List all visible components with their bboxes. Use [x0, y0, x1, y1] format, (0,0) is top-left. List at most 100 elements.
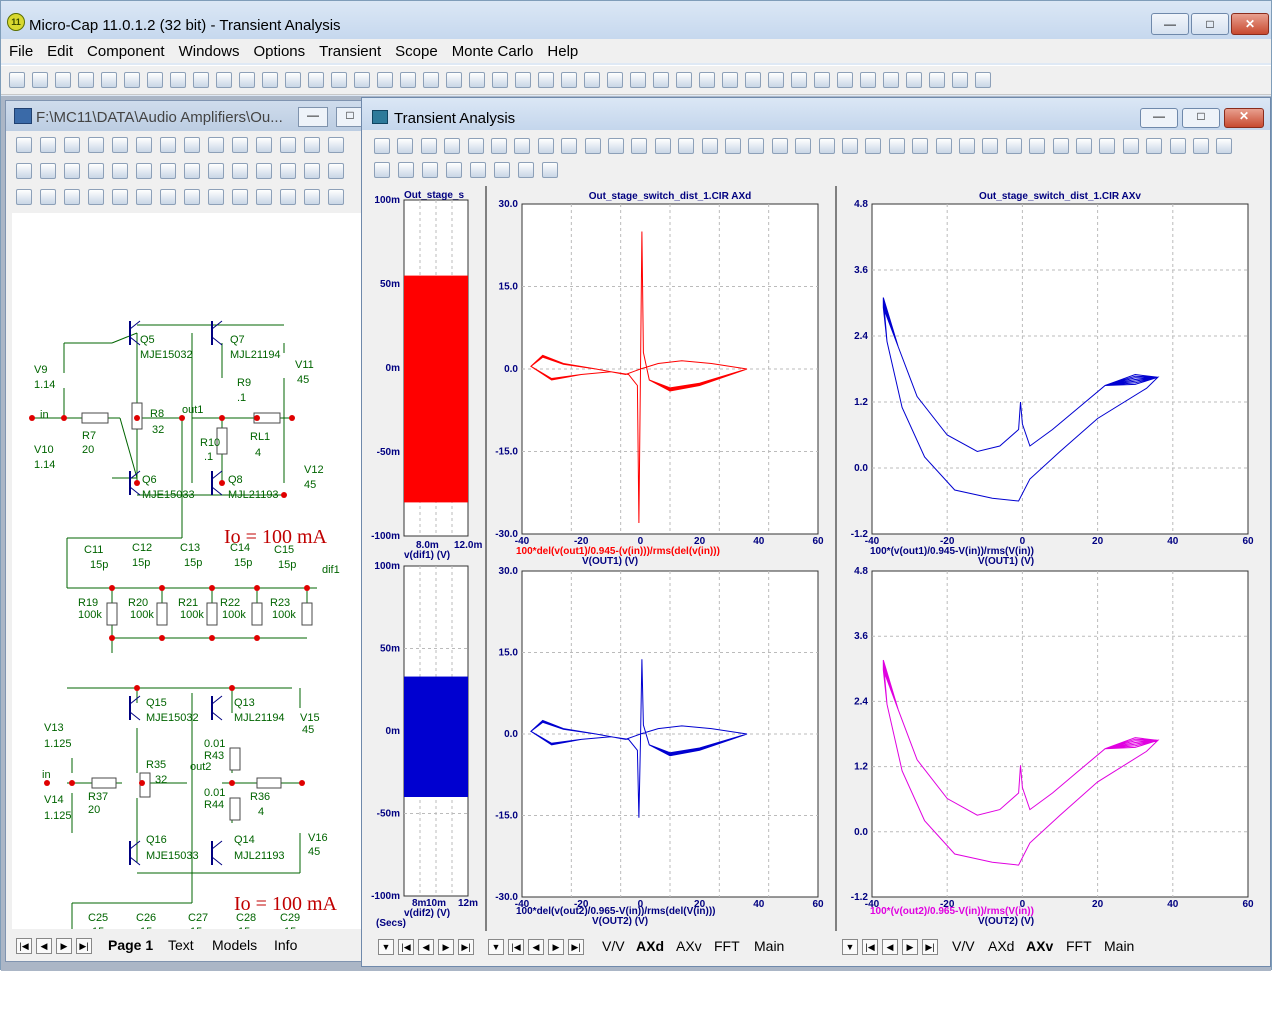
schem-row2-tool-icon-1[interactable]: [16, 163, 32, 179]
trans-row1-tool-icon-13[interactable]: [654, 138, 671, 154]
right-tab-fft[interactable]: FFT: [1066, 938, 1092, 954]
schem-row3-tool-icon-8[interactable]: [184, 189, 200, 205]
menu-edit[interactable]: Edit: [39, 39, 79, 60]
schem-row3-tool-icon-4[interactable]: [88, 189, 104, 205]
right-next-button[interactable]: ▶: [902, 939, 918, 955]
trans-row1-tool-icon-35[interactable]: [1169, 138, 1186, 154]
right-prev-button[interactable]: ◀: [882, 939, 898, 955]
main-tool-icon-24[interactable]: [538, 72, 554, 88]
main-tool-icon-38[interactable]: [860, 72, 876, 88]
main-tool-icon-35[interactable]: [791, 72, 807, 88]
schem-row3-tool-icon-5[interactable]: [112, 189, 128, 205]
main-tool-icon-37[interactable]: [837, 72, 853, 88]
trans-row2-tool-icon-8[interactable]: [542, 162, 558, 178]
main-tool-icon-41[interactable]: [929, 72, 945, 88]
main-tool-icon-11[interactable]: [239, 72, 255, 88]
main-tool-icon-9[interactable]: [193, 72, 209, 88]
main-tool-icon-16[interactable]: [354, 72, 370, 88]
trans-row2-tool-icon-7[interactable]: [518, 162, 534, 178]
trans-row1-tool-icon-11[interactable]: [608, 138, 624, 154]
tab-models[interactable]: Models: [212, 937, 257, 953]
trans-row1-tool-icon-36[interactable]: [1193, 138, 1209, 154]
trans-row2-tool-icon-2[interactable]: [398, 162, 414, 178]
mid-tab-axv[interactable]: AXv: [676, 938, 702, 954]
trans-row1-tool-icon-20[interactable]: [818, 138, 835, 154]
trans-row2-tool-icon-4[interactable]: [446, 162, 462, 178]
main-tool-icon-17[interactable]: [377, 72, 393, 88]
schem-row2-tool-icon-10[interactable]: [232, 163, 248, 179]
mid-prev-button[interactable]: ◀: [528, 939, 544, 955]
main-tool-icon-12[interactable]: [262, 72, 278, 88]
main-tool-icon-30[interactable]: [676, 72, 692, 88]
menu-help[interactable]: Help: [539, 39, 584, 60]
main-tool-icon-39[interactable]: [883, 72, 899, 88]
schem-row1-tool-icon-2[interactable]: [40, 137, 56, 153]
menu-scope[interactable]: Scope: [387, 39, 444, 60]
minimize-button[interactable]: —: [1151, 13, 1189, 35]
maximize-button[interactable]: □: [1191, 13, 1229, 35]
main-tool-icon-29[interactable]: [653, 72, 669, 88]
main-tool-icon-2[interactable]: [32, 72, 48, 88]
schem-row1-tool-icon-8[interactable]: [184, 137, 200, 153]
menu-file[interactable]: File: [1, 39, 39, 60]
trans-row1-tool-icon-33[interactable]: [1122, 138, 1139, 154]
trans-row1-tool-icon-4[interactable]: [444, 138, 461, 154]
trans-row1-tool-icon-21[interactable]: [842, 138, 858, 154]
main-tool-icon-1[interactable]: [9, 72, 25, 88]
schem-row1-tool-icon-5[interactable]: [112, 137, 128, 153]
mid-scroll-button[interactable]: ▼: [488, 939, 504, 955]
schem-row1-tool-icon-14[interactable]: [328, 137, 344, 153]
right-tab-axv[interactable]: AXv: [1026, 938, 1053, 954]
main-tool-icon-6[interactable]: [124, 72, 140, 88]
schem-row2-tool-icon-3[interactable]: [64, 163, 80, 179]
trans-row1-tool-icon-10[interactable]: [584, 138, 601, 154]
menu-options[interactable]: Options: [245, 39, 311, 60]
schem-row2-tool-icon-6[interactable]: [136, 163, 152, 179]
right-last-button[interactable]: ▶|: [922, 939, 938, 955]
main-tool-icon-23[interactable]: [515, 72, 531, 88]
trans-row1-tool-icon-8[interactable]: [537, 138, 554, 154]
main-tool-icon-19[interactable]: [423, 72, 439, 88]
menu-transient[interactable]: Transient: [311, 39, 387, 60]
tab-page-1[interactable]: Page 1: [108, 937, 153, 953]
right-tab-axd[interactable]: AXd: [988, 938, 1014, 954]
schem-row3-tool-icon-7[interactable]: [160, 189, 176, 205]
schematic-minimize-button[interactable]: —: [298, 107, 328, 127]
main-tool-icon-26[interactable]: [584, 72, 600, 88]
schem-row2-tool-icon-5[interactable]: [112, 163, 128, 179]
trans-row1-tool-icon-34[interactable]: [1146, 138, 1163, 154]
trans-row1-tool-icon-30[interactable]: [1052, 138, 1069, 154]
schem-row2-tool-icon-12[interactable]: [280, 163, 296, 179]
trans-row1-tool-icon-32[interactable]: [1099, 138, 1116, 154]
main-tool-icon-15[interactable]: [331, 72, 347, 88]
trans-row1-tool-icon-19[interactable]: [795, 138, 812, 154]
schem-row2-tool-icon-4[interactable]: [88, 163, 104, 179]
main-tool-icon-36[interactable]: [814, 72, 830, 88]
schem-row1-tool-icon-6[interactable]: [136, 137, 152, 153]
mid-tab-vv[interactable]: V/V: [602, 938, 625, 954]
trans-row2-tool-icon-3[interactable]: [422, 162, 438, 178]
trans-row1-tool-icon-15[interactable]: [701, 138, 718, 154]
trans-row1-tool-icon-28[interactable]: [1005, 138, 1022, 154]
trans-row1-tool-icon-5[interactable]: [467, 138, 484, 154]
schem-row3-tool-icon-9[interactable]: [208, 189, 224, 205]
main-tool-icon-3[interactable]: [55, 72, 71, 88]
main-tool-icon-10[interactable]: [216, 72, 232, 88]
menu-windows[interactable]: Windows: [171, 39, 246, 60]
strip-next-button[interactable]: ▶: [438, 939, 454, 955]
main-tool-icon-25[interactable]: [561, 72, 577, 88]
trans-row1-tool-icon-22[interactable]: [865, 138, 882, 154]
schem-row2-tool-icon-14[interactable]: [328, 163, 344, 179]
trans-row1-tool-icon-26[interactable]: [959, 138, 975, 154]
schem-row1-tool-icon-12[interactable]: [280, 137, 296, 153]
tab-text[interactable]: Text: [168, 937, 194, 953]
right-tab-main[interactable]: Main: [1104, 938, 1134, 954]
trans-row1-tool-icon-37[interactable]: [1216, 138, 1233, 154]
schem-row3-tool-icon-6[interactable]: [136, 189, 152, 205]
trans-row1-tool-icon-14[interactable]: [678, 138, 695, 154]
trans-row1-tool-icon-27[interactable]: [982, 138, 999, 154]
tab-info[interactable]: Info: [274, 937, 297, 953]
trans-row2-tool-icon-6[interactable]: [494, 162, 510, 178]
mid-last-button[interactable]: ▶|: [568, 939, 584, 955]
schem-row1-tool-icon-9[interactable]: [208, 137, 224, 153]
